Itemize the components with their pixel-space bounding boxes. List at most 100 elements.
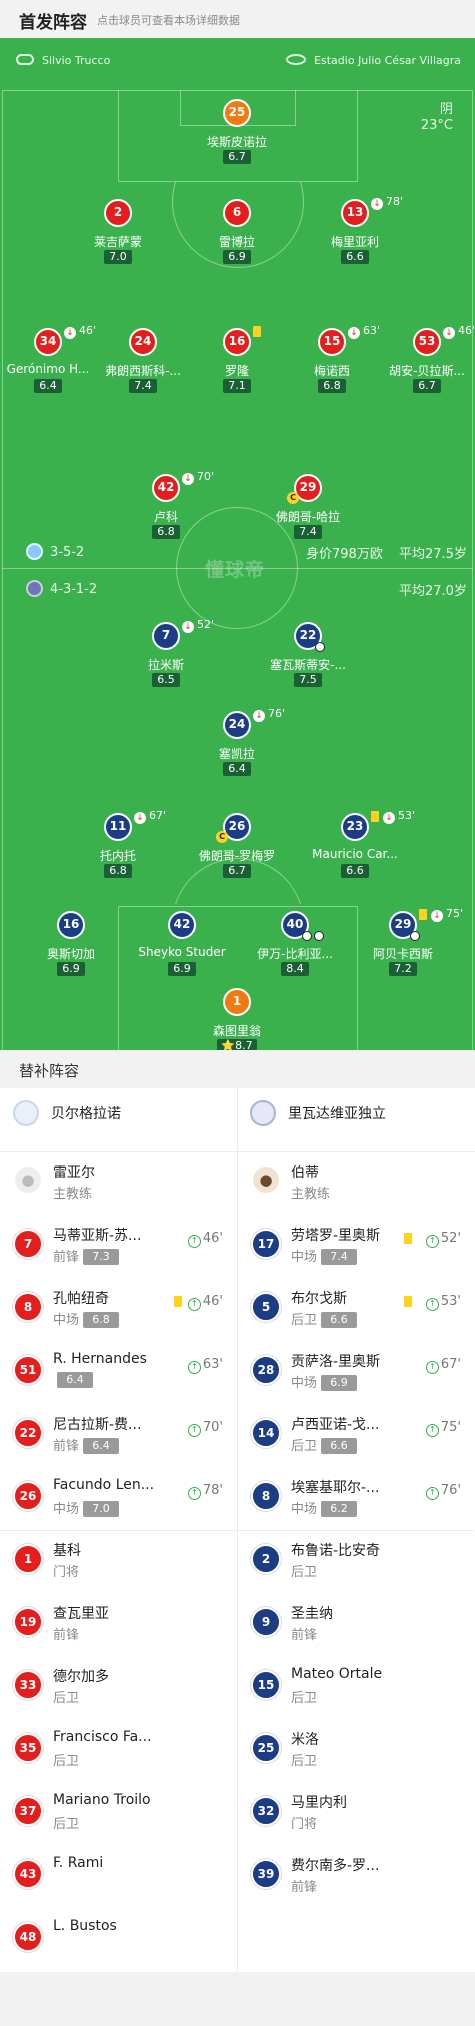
sub-on-minute: 53'	[440, 1294, 461, 1309]
sub-player-row[interactable]: 9 圣圭纳 前锋	[238, 1594, 474, 1654]
sub-player-position-text: 前锋	[53, 1628, 80, 1643]
player-name: 拉米斯	[147, 658, 184, 672]
sub-player-position-text: 中场	[53, 1502, 80, 1517]
player-card[interactable]: 16 奥斯切加 6.9	[16, 911, 126, 991]
watermark: 懂球帝	[205, 559, 266, 581]
away-team-name: 里瓦达维亚独立	[288, 1106, 386, 1122]
sub-player-number: 35	[13, 1733, 43, 1763]
player-rating-value: 7.5	[299, 673, 317, 686]
sub-player-row[interactable]: 39 费尔南多-罗... 前锋	[238, 1846, 474, 1906]
player-card[interactable]: 53 胡安-贝拉斯... 6.7 ↓ 46'	[372, 324, 475, 408]
player-card[interactable]: 29 佛朗哥-哈拉 7.4 C	[253, 474, 363, 554]
home-team-header[interactable]: 贝尔格拉诺	[13, 1100, 121, 1144]
player-name: 埃斯皮诺拉	[206, 135, 267, 149]
sub-on-minute: 67'	[440, 1357, 461, 1372]
sub-player-row[interactable]: 43 F. Rami	[0, 1846, 236, 1906]
away-team-logo	[250, 1100, 276, 1126]
sub-minute: 76'	[268, 707, 286, 720]
sub-player-position: 前锋 7.3	[53, 1246, 120, 1265]
captain-badge: C	[287, 492, 299, 504]
sub-player-row[interactable]: 22 尼古拉斯-费... 前锋 6.4 ↑ 70'	[0, 1405, 236, 1465]
sub-off-indicator: ↓ 46'	[443, 324, 475, 339]
sub-on-minute: 75'	[440, 1420, 461, 1435]
sub-player-position-text: 中场	[53, 1313, 80, 1328]
sub-on-icon: ↑	[425, 1298, 439, 1311]
sub-player-name: 费尔南多-罗...	[291, 1858, 380, 1874]
player-card[interactable]: 16 罗隆 7.1	[182, 326, 292, 408]
sub-player-number: 28	[251, 1355, 281, 1385]
sub-minute: 75'	[446, 907, 464, 920]
player-card[interactable]: 29 阿贝卡西斯 7.2 ↓ 75'	[348, 907, 463, 991]
sub-player-row[interactable]: 2 布鲁诺-比安奇 后卫	[238, 1531, 474, 1591]
player-card[interactable]: 23 Mauricio Car... 6.6 ↓ 53'	[300, 809, 415, 893]
sub-player-name: 马里内利	[291, 1795, 347, 1811]
sub-player-row[interactable]: 28 贡萨洛-里奥斯 中场 6.9 ↑ 67'	[238, 1342, 474, 1402]
sub-player-rating: 6.4	[57, 1372, 93, 1388]
sub-player-name: 圣圭纳	[291, 1606, 333, 1622]
sub-player-position-text: 后卫	[291, 1565, 318, 1580]
sub-player-row[interactable]: 1 基科 门将	[0, 1531, 236, 1591]
sub-player-row[interactable]: 48 L. Bustos	[0, 1909, 236, 1969]
player-card[interactable]: 42 卢科 6.8 ↓ 70'	[111, 470, 221, 554]
sub-player-row[interactable]: 26 Facundo Len... 中场 7.0 ↑ 78'	[0, 1468, 236, 1531]
sub-minute: 53'	[398, 809, 416, 822]
player-card[interactable]: 13 梅里亚利 6.6 ↓ 78'	[300, 195, 410, 279]
sub-on-minute: 70'	[202, 1420, 223, 1435]
player-card[interactable]: 6 雷博拉 6.9	[182, 199, 292, 279]
sub-player-row[interactable]: 17 劳塔罗-里奥斯 中场 7.4 ↑ 52'	[238, 1216, 474, 1276]
sub-player-row[interactable]: 35 Francisco Fa... 后卫	[0, 1720, 236, 1780]
referee: Silvio Trucco	[16, 54, 110, 67]
sub-player-position: 门将	[291, 1813, 317, 1832]
player-rating-value: 6.8	[109, 864, 127, 877]
sub-player-row[interactable]: 37 Mariano Troilo 后卫	[0, 1783, 236, 1843]
away-coach-name: 伯蒂	[291, 1165, 319, 1181]
sub-minute: 46'	[458, 324, 475, 337]
player-card[interactable]: 25 埃斯皮诺拉 6.7	[182, 99, 292, 179]
sub-player-row[interactable]: 7 马蒂亚斯-苏... 前锋 7.3 ↑ 46'	[0, 1216, 236, 1276]
sub-player-position-text: 前锋	[53, 1439, 80, 1454]
sub-player-row[interactable]: 25 米洛 后卫	[238, 1720, 474, 1780]
whistle-icon	[16, 54, 34, 65]
sub-player-row[interactable]: 15 Mateo Ortale 后卫	[238, 1657, 474, 1717]
player-card[interactable]: 7 拉米斯 6.5 ↓ 52'	[111, 618, 221, 702]
sub-player-name: 埃塞基耶尔-...	[291, 1480, 380, 1496]
player-card[interactable]: 15 梅诺西 6.8 ↓ 63'	[277, 324, 387, 408]
player-card[interactable]: 24 塞凯拉 6.4 ↓ 76'	[182, 707, 292, 791]
player-card[interactable]: 42 Sheyko Studer 6.9	[127, 911, 237, 991]
player-card[interactable]: 22 塞瓦斯蒂安-... 7.5	[253, 622, 363, 702]
player-card[interactable]: 11 托内托 6.8 ↓ 67'	[63, 809, 173, 893]
player-card[interactable]: 1 森图里翁 ⭐8.7	[182, 988, 292, 1050]
sub-player-number: 5	[251, 1292, 281, 1322]
sub-player-row[interactable]: 33 德尔加多 后卫	[0, 1657, 236, 1717]
sub-player-position-text: 中场	[291, 1250, 318, 1265]
sub-player-row[interactable]: 32 马里内利 门将	[238, 1783, 474, 1843]
away-coach[interactable]: ● 伯蒂 主教练	[238, 1153, 474, 1213]
sub-player-row[interactable]: 19 查瓦里亚 前锋	[0, 1594, 236, 1654]
player-card[interactable]: 40 伊万-比利亚... 8.4	[240, 911, 350, 991]
sub-player-name: 查瓦里亚	[53, 1606, 109, 1622]
player-card[interactable]: 2 莱吉萨蒙 7.0	[63, 199, 173, 279]
player-rating-value: 6.9	[228, 250, 246, 263]
player-number: 6	[223, 199, 251, 227]
home-coach[interactable]: ● 雷亚尔 主教练	[0, 1153, 236, 1213]
sub-player-row[interactable]: 8 埃塞基耶尔-... 中场 6.2 ↑ 76'	[238, 1468, 474, 1531]
player-rating-value: 7.2	[394, 962, 412, 975]
lineup-header: 首发阵容 点击球员可查看本场详细数据	[0, 0, 475, 38]
sub-on-indicator: ↑ 52'	[425, 1231, 461, 1248]
sub-player-row[interactable]: 14 卢西亚诺-戈... 后卫 6.6 ↑ 75'	[238, 1405, 474, 1465]
player-rating: 6.7	[223, 150, 251, 164]
sub-player-position-text: 门将	[53, 1565, 80, 1580]
sub-player-name: 布尔戈斯	[291, 1291, 347, 1307]
player-number: 42	[168, 911, 196, 939]
player-card[interactable]: 26 佛朗哥-罗梅罗 6.7 C	[182, 813, 292, 893]
sub-player-row[interactable]: 5 布尔戈斯 后卫 6.6 ↑ 53'	[238, 1279, 474, 1339]
sub-player-row[interactable]: 51 R. Hernandes 6.4 ↑ 63'	[0, 1342, 236, 1402]
sub-player-position-text: 后卫	[291, 1439, 318, 1454]
header-divider-away	[238, 1151, 475, 1152]
sub-on-indicator: ↑ 46'	[187, 1294, 223, 1311]
player-rating: 6.8	[104, 864, 132, 878]
sub-player-position: 中场 7.4	[291, 1246, 358, 1265]
sub-off-icon: ↓	[64, 327, 76, 339]
sub-player-row[interactable]: 8 孔帕纽奇 中场 6.8 ↑ 46'	[0, 1279, 236, 1339]
away-team-header[interactable]: 里瓦达维亚独立	[250, 1100, 386, 1144]
